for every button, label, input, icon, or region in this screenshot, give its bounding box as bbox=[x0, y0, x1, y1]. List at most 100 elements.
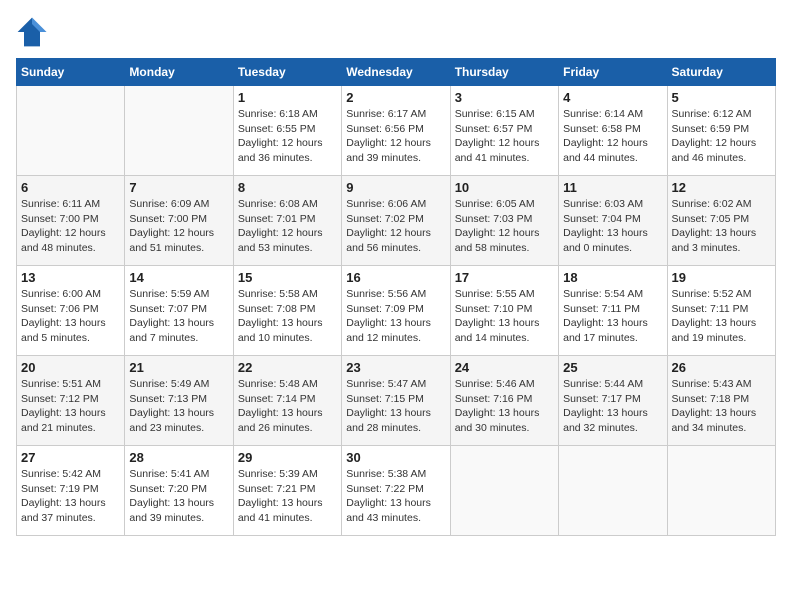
day-number: 1 bbox=[238, 90, 337, 105]
day-info: Sunrise: 6:09 AMSunset: 7:00 PMDaylight:… bbox=[129, 197, 228, 256]
calendar-week-row: 6Sunrise: 6:11 AMSunset: 7:00 PMDaylight… bbox=[17, 176, 776, 266]
weekday-header-monday: Monday bbox=[125, 59, 233, 86]
day-info: Sunrise: 5:56 AMSunset: 7:09 PMDaylight:… bbox=[346, 287, 445, 346]
calendar-cell: 30Sunrise: 5:38 AMSunset: 7:22 PMDayligh… bbox=[342, 446, 450, 536]
day-info: Sunrise: 6:11 AMSunset: 7:00 PMDaylight:… bbox=[21, 197, 120, 256]
calendar-cell: 13 Sunrise: 6:00 AMSunset: 7:06 PMDayligh… bbox=[17, 266, 125, 356]
calendar-cell: 26 Sunrise: 5:43 AMSunset: 7:18 PMDayligh… bbox=[667, 356, 775, 446]
calendar-cell: 11 Sunrise: 6:03 AMSunset: 7:04 PMDayligh… bbox=[559, 176, 667, 266]
day-number: 22 bbox=[238, 360, 337, 375]
day-number: 19 bbox=[672, 270, 771, 285]
day-number: 29 bbox=[238, 450, 337, 465]
day-number: 24 bbox=[455, 360, 554, 375]
calendar-cell: 6Sunrise: 6:11 AMSunset: 7:00 PMDaylight… bbox=[17, 176, 125, 266]
day-info: Sunrise: 5:51 AMSunset: 7:12 PMDaylight:… bbox=[21, 377, 120, 436]
calendar-cell: 15 Sunrise: 5:58 AMSunset: 7:08 PMDayligh… bbox=[233, 266, 341, 356]
calendar-cell bbox=[450, 446, 558, 536]
day-info: Sunrise: 6:12 AMSunset: 6:59 PMDaylight:… bbox=[672, 107, 771, 166]
day-info: Sunrise: 5:52 AMSunset: 7:11 PMDaylight:… bbox=[672, 287, 771, 346]
weekday-header-row: SundayMondayTuesdayWednesdayThursdayFrid… bbox=[17, 59, 776, 86]
day-info: Sunrise: 5:38 AMSunset: 7:22 PMDaylight:… bbox=[346, 467, 445, 526]
logo-icon bbox=[16, 16, 48, 48]
day-number: 4 bbox=[563, 90, 662, 105]
calendar-cell: 9Sunrise: 6:06 AMSunset: 7:02 PMDaylight… bbox=[342, 176, 450, 266]
calendar-header: SundayMondayTuesdayWednesdayThursdayFrid… bbox=[17, 59, 776, 86]
day-number: 12 bbox=[672, 180, 771, 195]
day-info: Sunrise: 5:46 AMSunset: 7:16 PMDaylight:… bbox=[455, 377, 554, 436]
calendar-cell bbox=[125, 86, 233, 176]
weekday-header-thursday: Thursday bbox=[450, 59, 558, 86]
calendar-cell: 5Sunrise: 6:12 AMSunset: 6:59 PMDaylight… bbox=[667, 86, 775, 176]
day-number: 8 bbox=[238, 180, 337, 195]
day-info: Sunrise: 6:18 AMSunset: 6:55 PMDaylight:… bbox=[238, 107, 337, 166]
day-number: 27 bbox=[21, 450, 120, 465]
weekday-header-tuesday: Tuesday bbox=[233, 59, 341, 86]
calendar-cell: 2 Sunrise: 6:17 AMSunset: 6:56 PMDaylight… bbox=[342, 86, 450, 176]
calendar-cell: 8 Sunrise: 6:08 AMSunset: 7:01 PMDaylight… bbox=[233, 176, 341, 266]
day-number: 28 bbox=[129, 450, 228, 465]
calendar-cell: 18 Sunrise: 5:54 AMSunset: 7:11 PMDayligh… bbox=[559, 266, 667, 356]
calendar-cell: 24 Sunrise: 5:46 AMSunset: 7:16 PMDayligh… bbox=[450, 356, 558, 446]
calendar-body: 1 Sunrise: 6:18 AMSunset: 6:55 PMDaylight… bbox=[17, 86, 776, 536]
day-info: Sunrise: 5:42 AMSunset: 7:19 PMDaylight:… bbox=[21, 467, 120, 526]
calendar-cell: 16 Sunrise: 5:56 AMSunset: 7:09 PMDayligh… bbox=[342, 266, 450, 356]
day-info: Sunrise: 5:44 AMSunset: 7:17 PMDaylight:… bbox=[563, 377, 662, 436]
day-number: 10 bbox=[455, 180, 554, 195]
calendar-cell: 12 Sunrise: 6:02 AMSunset: 7:05 PMDayligh… bbox=[667, 176, 775, 266]
day-info: Sunrise: 6:00 AMSunset: 7:06 PMDaylight:… bbox=[21, 287, 120, 346]
day-number: 11 bbox=[563, 180, 662, 195]
calendar-cell: 20 Sunrise: 5:51 AMSunset: 7:12 PMDayligh… bbox=[17, 356, 125, 446]
day-number: 25 bbox=[563, 360, 662, 375]
day-number: 23 bbox=[346, 360, 445, 375]
calendar-cell: 7Sunrise: 6:09 AMSunset: 7:00 PMDaylight… bbox=[125, 176, 233, 266]
day-number: 3 bbox=[455, 90, 554, 105]
calendar-table: SundayMondayTuesdayWednesdayThursdayFrid… bbox=[16, 58, 776, 536]
day-number: 15 bbox=[238, 270, 337, 285]
day-info: Sunrise: 5:54 AMSunset: 7:11 PMDaylight:… bbox=[563, 287, 662, 346]
calendar-week-row: 13 Sunrise: 6:00 AMSunset: 7:06 PMDayligh… bbox=[17, 266, 776, 356]
calendar-cell: 3 Sunrise: 6:15 AMSunset: 6:57 PMDaylight… bbox=[450, 86, 558, 176]
day-info: Sunrise: 5:47 AMSunset: 7:15 PMDaylight:… bbox=[346, 377, 445, 436]
calendar-cell: 23 Sunrise: 5:47 AMSunset: 7:15 PMDayligh… bbox=[342, 356, 450, 446]
day-info: Sunrise: 5:55 AMSunset: 7:10 PMDaylight:… bbox=[455, 287, 554, 346]
calendar-cell: 29Sunrise: 5:39 AMSunset: 7:21 PMDayligh… bbox=[233, 446, 341, 536]
day-number: 13 bbox=[21, 270, 120, 285]
day-number: 17 bbox=[455, 270, 554, 285]
calendar-cell: 19 Sunrise: 5:52 AMSunset: 7:11 PMDayligh… bbox=[667, 266, 775, 356]
calendar-week-row: 27 Sunrise: 5:42 AMSunset: 7:19 PMDayligh… bbox=[17, 446, 776, 536]
logo bbox=[16, 16, 52, 48]
day-info: Sunrise: 6:08 AMSunset: 7:01 PMDaylight:… bbox=[238, 197, 337, 256]
day-info: Sunrise: 6:05 AMSunset: 7:03 PMDaylight:… bbox=[455, 197, 554, 256]
day-info: Sunrise: 6:03 AMSunset: 7:04 PMDaylight:… bbox=[563, 197, 662, 256]
calendar-cell: 28 Sunrise: 5:41 AMSunset: 7:20 PMDayligh… bbox=[125, 446, 233, 536]
day-info: Sunrise: 6:14 AMSunset: 6:58 PMDaylight:… bbox=[563, 107, 662, 166]
calendar-cell: 27 Sunrise: 5:42 AMSunset: 7:19 PMDayligh… bbox=[17, 446, 125, 536]
calendar-week-row: 20 Sunrise: 5:51 AMSunset: 7:12 PMDayligh… bbox=[17, 356, 776, 446]
day-info: Sunrise: 5:43 AMSunset: 7:18 PMDaylight:… bbox=[672, 377, 771, 436]
calendar-week-row: 1 Sunrise: 6:18 AMSunset: 6:55 PMDaylight… bbox=[17, 86, 776, 176]
day-info: Sunrise: 5:48 AMSunset: 7:14 PMDaylight:… bbox=[238, 377, 337, 436]
day-info: Sunrise: 6:17 AMSunset: 6:56 PMDaylight:… bbox=[346, 107, 445, 166]
weekday-header-sunday: Sunday bbox=[17, 59, 125, 86]
day-number: 21 bbox=[129, 360, 228, 375]
calendar-cell: 21Sunrise: 5:49 AMSunset: 7:13 PMDayligh… bbox=[125, 356, 233, 446]
day-number: 2 bbox=[346, 90, 445, 105]
calendar-cell: 10 Sunrise: 6:05 AMSunset: 7:03 PMDayligh… bbox=[450, 176, 558, 266]
day-info: Sunrise: 6:02 AMSunset: 7:05 PMDaylight:… bbox=[672, 197, 771, 256]
calendar-cell: 14Sunrise: 5:59 AMSunset: 7:07 PMDayligh… bbox=[125, 266, 233, 356]
calendar-cell: 22 Sunrise: 5:48 AMSunset: 7:14 PMDayligh… bbox=[233, 356, 341, 446]
day-info: Sunrise: 6:15 AMSunset: 6:57 PMDaylight:… bbox=[455, 107, 554, 166]
day-number: 26 bbox=[672, 360, 771, 375]
weekday-header-friday: Friday bbox=[559, 59, 667, 86]
day-number: 14 bbox=[129, 270, 228, 285]
day-info: Sunrise: 5:58 AMSunset: 7:08 PMDaylight:… bbox=[238, 287, 337, 346]
page-header bbox=[16, 16, 776, 48]
day-number: 9 bbox=[346, 180, 445, 195]
weekday-header-wednesday: Wednesday bbox=[342, 59, 450, 86]
day-number: 16 bbox=[346, 270, 445, 285]
day-info: Sunrise: 5:41 AMSunset: 7:20 PMDaylight:… bbox=[129, 467, 228, 526]
calendar-cell bbox=[17, 86, 125, 176]
day-number: 20 bbox=[21, 360, 120, 375]
day-number: 18 bbox=[563, 270, 662, 285]
weekday-header-saturday: Saturday bbox=[667, 59, 775, 86]
